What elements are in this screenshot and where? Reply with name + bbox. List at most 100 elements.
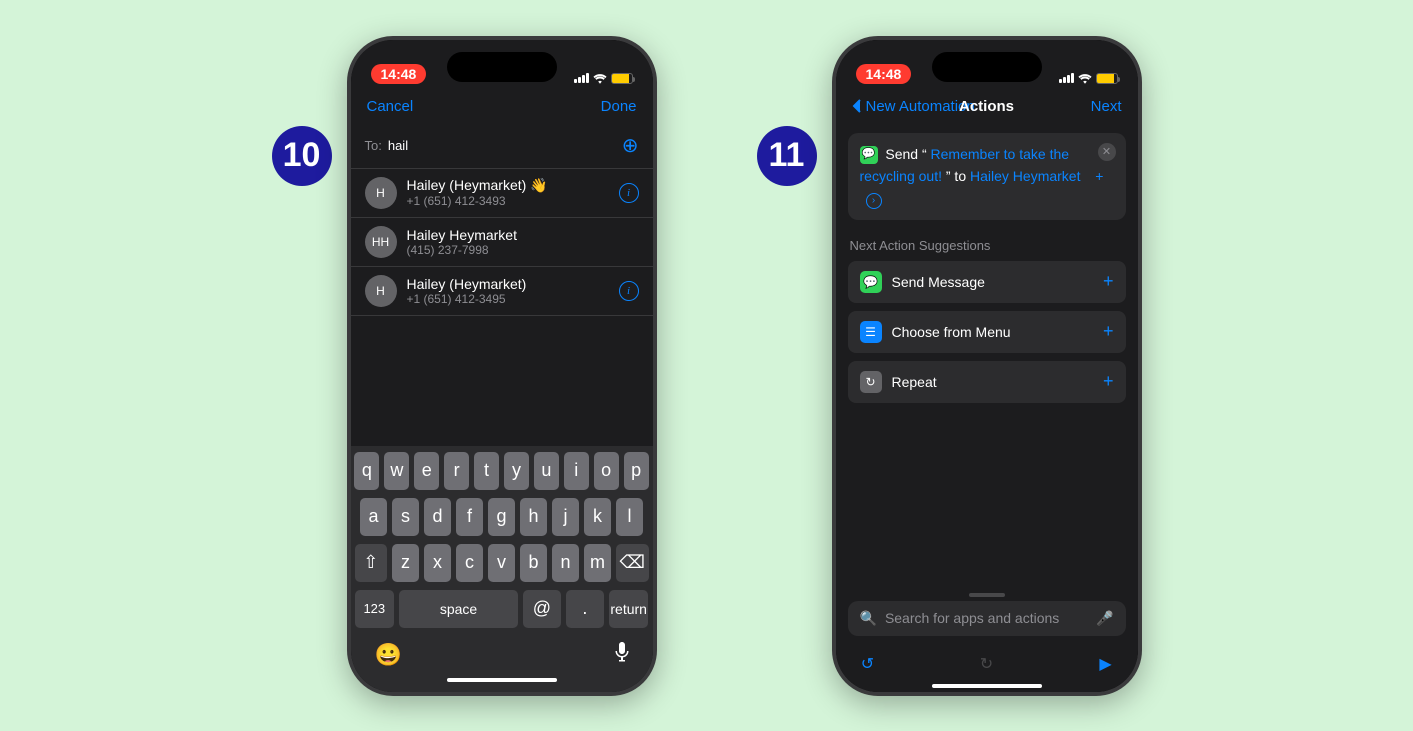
- key-i[interactable]: i: [564, 452, 589, 490]
- key-x[interactable]: x: [424, 544, 451, 582]
- home-indicator[interactable]: [447, 678, 557, 682]
- key-y[interactable]: y: [504, 452, 529, 490]
- expand-action-icon[interactable]: ›: [866, 193, 882, 209]
- emoji-key[interactable]: 😀: [375, 642, 402, 668]
- suggestions-header: Next Action Suggestions: [836, 230, 1138, 257]
- key-k[interactable]: k: [584, 498, 611, 536]
- dictation-icon[interactable]: [615, 642, 629, 662]
- add-suggestion-icon[interactable]: +: [1103, 271, 1114, 292]
- key-e[interactable]: e: [414, 452, 439, 490]
- key-u[interactable]: u: [534, 452, 559, 490]
- add-contact-icon[interactable]: ⊕: [622, 133, 639, 158]
- to-input[interactable]: hail: [388, 138, 622, 153]
- contact-name: Hailey Heymarket: [407, 227, 639, 243]
- phone-frame-11: 14:48 New Automation Actions Next ✕ 💬: [832, 36, 1142, 696]
- keyboard-row-3: ⇧ z x c v b n m ⌫: [355, 544, 649, 582]
- avatar: H: [365, 275, 397, 307]
- mic-icon[interactable]: 🎤: [1096, 610, 1113, 627]
- keyboard-row-4: 123 space @ . return: [355, 590, 649, 628]
- dot-key[interactable]: .: [566, 590, 604, 628]
- key-z[interactable]: z: [392, 544, 419, 582]
- notch: [932, 52, 1042, 82]
- next-button[interactable]: Next: [1091, 98, 1122, 115]
- key-o[interactable]: o: [594, 452, 619, 490]
- key-t[interactable]: t: [474, 452, 499, 490]
- done-button[interactable]: Done: [601, 98, 637, 115]
- contact-name: Hailey (Heymarket): [407, 276, 609, 292]
- key-q[interactable]: q: [354, 452, 379, 490]
- key-g[interactable]: g: [488, 498, 515, 536]
- keyboard-row-1: q w e r t y u i o p: [355, 452, 649, 490]
- key-a[interactable]: a: [360, 498, 387, 536]
- action-card[interactable]: ✕ 💬 Send “ Remember to take the recyclin…: [848, 133, 1126, 220]
- key-p[interactable]: p: [624, 452, 649, 490]
- search-bar[interactable]: 🔍 Search for apps and actions 🎤: [848, 601, 1126, 636]
- add-recipient-icon[interactable]: +: [1090, 167, 1108, 185]
- cellular-signal-icon: [574, 73, 589, 83]
- key-l[interactable]: l: [616, 498, 643, 536]
- return-key[interactable]: return: [609, 590, 649, 628]
- info-icon[interactable]: i: [619, 183, 639, 203]
- step-badge-10: 10: [272, 126, 332, 186]
- contact-phone: +1 (651) 412-3495: [407, 292, 609, 306]
- battery-icon: [1096, 73, 1118, 84]
- drawer-handle[interactable]: [969, 593, 1005, 597]
- messages-app-icon: 💬: [860, 146, 878, 164]
- key-f[interactable]: f: [456, 498, 483, 536]
- suggestion-send-message[interactable]: 💬 Send Message +: [848, 261, 1126, 303]
- key-n[interactable]: n: [552, 544, 579, 582]
- to-label: To:: [365, 138, 382, 153]
- back-button[interactable]: New Automation: [852, 98, 975, 115]
- key-s[interactable]: s: [392, 498, 419, 536]
- key-h[interactable]: h: [520, 498, 547, 536]
- search-placeholder: Search for apps and actions: [885, 610, 1088, 626]
- contact-row[interactable]: HH Hailey Heymarket (415) 237-7998: [351, 218, 653, 267]
- action-recipient-link[interactable]: Hailey Heymarket: [970, 168, 1080, 184]
- nav-title: Actions: [959, 98, 1014, 115]
- suggestion-choose-menu[interactable]: ☰ Choose from Menu +: [848, 311, 1126, 353]
- search-icon: 🔍: [860, 610, 877, 627]
- at-key[interactable]: @: [523, 590, 561, 628]
- space-key[interactable]: space: [399, 590, 518, 628]
- key-j[interactable]: j: [552, 498, 579, 536]
- nav-bar: Cancel Done: [351, 90, 653, 123]
- add-suggestion-icon[interactable]: +: [1103, 321, 1114, 342]
- suggestion-repeat[interactable]: ↻ Repeat +: [848, 361, 1126, 403]
- numbers-key[interactable]: 123: [355, 590, 395, 628]
- backspace-key[interactable]: ⌫: [616, 544, 649, 582]
- action-prefix: Send “: [885, 146, 926, 162]
- avatar: H: [365, 177, 397, 209]
- cellular-signal-icon: [1059, 73, 1074, 83]
- contact-row[interactable]: H Hailey (Heymarket) 👋 +1 (651) 412-3493…: [351, 169, 653, 218]
- redo-icon: ↻: [975, 652, 999, 676]
- battery-icon: [611, 73, 633, 84]
- recording-time-pill: 14:48: [371, 64, 427, 84]
- contact-phone: +1 (651) 412-3493: [407, 194, 609, 208]
- key-d[interactable]: d: [424, 498, 451, 536]
- info-icon[interactable]: i: [619, 281, 639, 301]
- menu-icon: ☰: [860, 321, 882, 343]
- contact-row[interactable]: H Hailey (Heymarket) +1 (651) 412-3495 i: [351, 267, 653, 316]
- wifi-icon: [593, 73, 607, 84]
- key-c[interactable]: c: [456, 544, 483, 582]
- remove-action-icon[interactable]: ✕: [1098, 143, 1116, 161]
- keyboard-row-2: a s d f g h j k l: [355, 498, 649, 536]
- cancel-button[interactable]: Cancel: [367, 98, 414, 115]
- action-mid: ” to: [946, 168, 966, 184]
- key-w[interactable]: w: [384, 452, 409, 490]
- to-field-row[interactable]: To: hail ⊕: [351, 123, 653, 169]
- key-r[interactable]: r: [444, 452, 469, 490]
- shift-key[interactable]: ⇧: [355, 544, 388, 582]
- avatar: HH: [365, 226, 397, 258]
- key-v[interactable]: v: [488, 544, 515, 582]
- key-b[interactable]: b: [520, 544, 547, 582]
- add-suggestion-icon[interactable]: +: [1103, 371, 1114, 392]
- keyboard: q w e r t y u i o p a s d f g h: [351, 446, 653, 692]
- play-icon[interactable]: ▶: [1094, 652, 1118, 676]
- phone-frame-10: 14:48 Cancel Done To: hail ⊕ H Hailey (H: [347, 36, 657, 696]
- home-indicator[interactable]: [932, 684, 1042, 688]
- messages-app-icon: 💬: [860, 271, 882, 293]
- key-m[interactable]: m: [584, 544, 611, 582]
- suggestion-label: Send Message: [892, 274, 1093, 290]
- undo-icon[interactable]: ↺: [856, 652, 880, 676]
